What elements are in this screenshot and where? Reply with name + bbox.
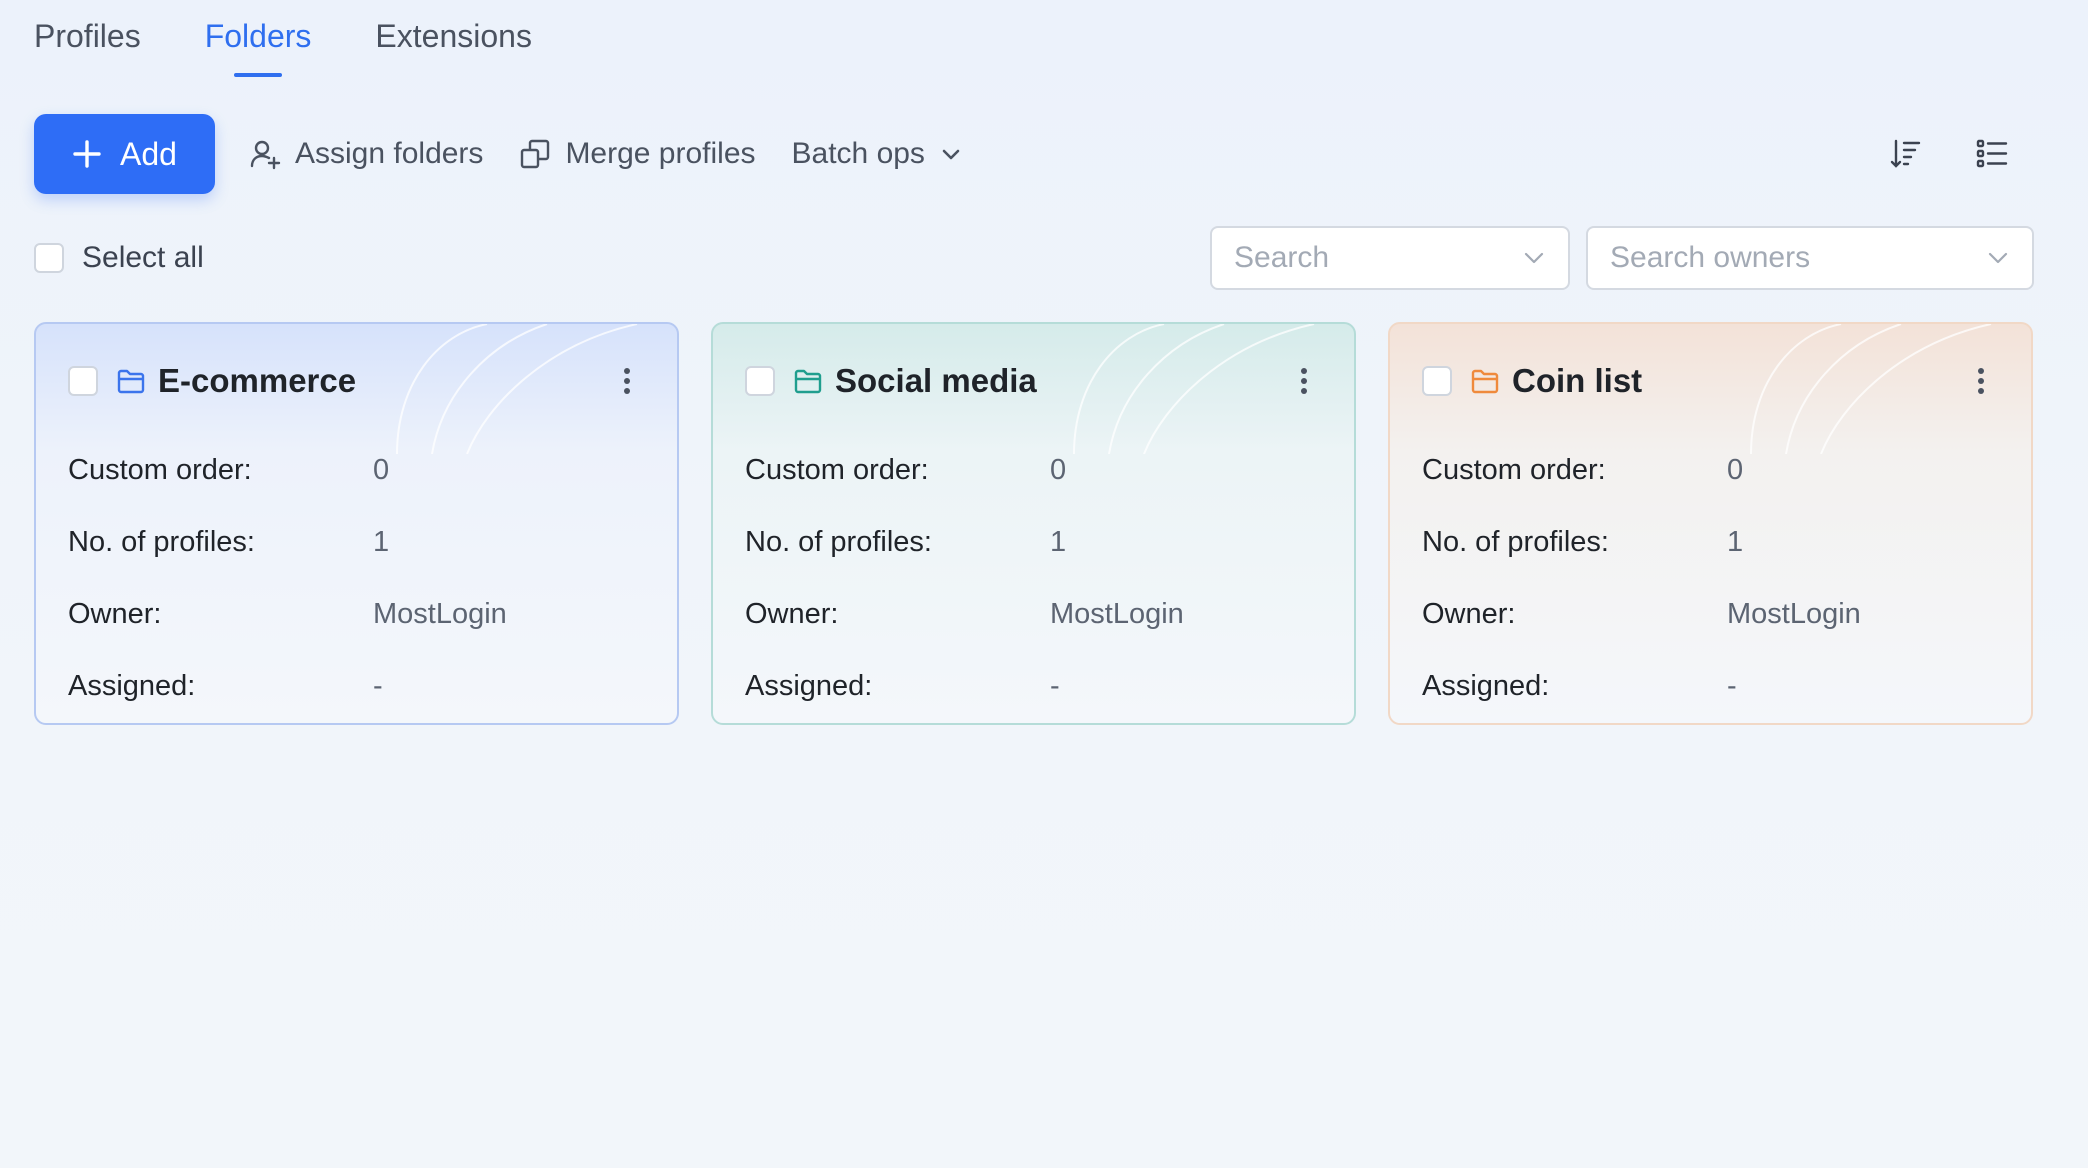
chevron-down-icon — [1524, 252, 1544, 264]
owner-value: MostLogin — [1727, 597, 1861, 630]
card-details: Custom order: 0 No. of profiles: 1 Owner… — [68, 434, 647, 722]
merge-profiles-label: Merge profiles — [565, 137, 756, 170]
tab-extensions[interactable]: Extensions — [375, 18, 532, 77]
owner-value: MostLogin — [1050, 597, 1184, 630]
search-owners-placeholder: Search owners — [1610, 241, 1811, 274]
search-placeholder: Search — [1234, 241, 1330, 274]
view-controls — [1888, 136, 2048, 172]
select-all-checkbox[interactable] — [34, 243, 64, 273]
search-filters: Search Search owners — [1210, 226, 2034, 290]
folder-icon — [793, 366, 823, 396]
assigned-label: Assigned: — [68, 669, 196, 702]
more-vertical-icon — [1301, 368, 1307, 394]
assigned-row: Assigned: - — [745, 650, 1324, 722]
profiles-value: 1 — [1050, 525, 1067, 558]
custom-order-value: 0 — [1727, 453, 1744, 486]
assigned-label: Assigned: — [745, 669, 873, 702]
batch-ops-dropdown[interactable]: Batch ops — [792, 137, 963, 171]
card-details: Custom order: 0 No. of profiles: 1 Owner… — [1422, 434, 2001, 722]
card-title: Social media — [835, 362, 1037, 399]
folder-card[interactable]: Social media Custom order: 0 No. of prof… — [711, 322, 1356, 725]
sort-button[interactable] — [1888, 136, 1924, 172]
folder-cards: E-commerce Custom order: 0 No. of profil… — [34, 322, 2033, 725]
owner-value: MostLogin — [373, 597, 507, 630]
owner-row: Owner: MostLogin — [745, 578, 1324, 650]
add-button-label: Add — [120, 135, 177, 172]
card-header: Coin list — [1422, 358, 1991, 404]
more-options-button[interactable] — [1971, 361, 1991, 401]
select-all-label: Select all — [82, 241, 204, 274]
custom-order-row: Custom order: 0 — [68, 434, 647, 506]
owner-row: Owner: MostLogin — [68, 578, 647, 650]
profiles-row: No. of profiles: 1 — [1422, 506, 2001, 578]
chevron-down-icon — [942, 149, 960, 160]
select-all[interactable]: Select all — [34, 241, 204, 275]
batch-ops-label: Batch ops — [791, 137, 925, 170]
assigned-row: Assigned: - — [68, 650, 647, 722]
custom-order-label: Custom order: — [1422, 453, 1606, 486]
chevron-down-icon — [1988, 252, 2008, 264]
assigned-value: - — [1727, 669, 1737, 702]
assign-folders-label: Assign folders — [295, 137, 484, 170]
profiles-label: No. of profiles: — [1422, 525, 1609, 558]
more-vertical-icon — [624, 368, 630, 394]
tab-folders[interactable]: Folders — [205, 18, 312, 77]
search-select[interactable]: Search — [1210, 226, 1570, 290]
card-title: E-commerce — [158, 362, 357, 399]
toolbar: Add Assign folders Merge profiles Batch … — [34, 114, 2048, 194]
custom-order-value: 0 — [1050, 453, 1067, 486]
filter-row: Select all Search Search owners — [34, 226, 2034, 290]
folder-icon — [116, 366, 146, 396]
custom-order-label: Custom order: — [68, 453, 252, 486]
folder-icon — [1470, 366, 1500, 396]
card-header: Social media — [745, 358, 1314, 404]
card-details: Custom order: 0 No. of profiles: 1 Owner… — [745, 434, 1324, 722]
card-header: E-commerce — [68, 358, 637, 404]
plus-icon — [73, 140, 101, 168]
custom-order-row: Custom order: 0 — [745, 434, 1324, 506]
profiles-value: 1 — [1727, 525, 1744, 558]
custom-order-label: Custom order: — [745, 453, 929, 486]
owner-row: Owner: MostLogin — [1422, 578, 2001, 650]
profiles-row: No. of profiles: 1 — [745, 506, 1324, 578]
user-plus-icon — [250, 140, 281, 170]
profiles-label: No. of profiles: — [68, 525, 255, 558]
add-button[interactable]: Add — [34, 114, 215, 194]
profiles-value: 1 — [373, 525, 390, 558]
card-title: Coin list — [1512, 362, 1643, 399]
card-checkbox[interactable] — [68, 366, 98, 396]
custom-order-value: 0 — [373, 453, 390, 486]
folders-page: Profiles Folders Extensions Add Assign f… — [0, 0, 2088, 1168]
profiles-row: No. of profiles: 1 — [68, 506, 647, 578]
profiles-label: No. of profiles: — [745, 525, 932, 558]
more-options-button[interactable] — [617, 361, 637, 401]
search-owners-select[interactable]: Search owners — [1586, 226, 2034, 290]
card-checkbox[interactable] — [745, 366, 775, 396]
list-icon — [1976, 139, 2008, 168]
list-view-button[interactable] — [1974, 136, 2010, 172]
assigned-value: - — [1050, 669, 1060, 702]
custom-order-row: Custom order: 0 — [1422, 434, 2001, 506]
tab-bar: Profiles Folders Extensions — [34, 18, 532, 77]
tab-profiles[interactable]: Profiles — [34, 18, 141, 77]
owner-label: Owner: — [745, 597, 839, 630]
more-options-button[interactable] — [1294, 361, 1314, 401]
sort-icon — [1890, 139, 1921, 168]
folder-card[interactable]: Coin list Custom order: 0 No. of profile… — [1388, 322, 2033, 725]
assign-folders-button[interactable]: Assign folders — [249, 137, 483, 171]
owner-label: Owner: — [1422, 597, 1516, 630]
owner-label: Owner: — [68, 597, 162, 630]
assigned-label: Assigned: — [1422, 669, 1550, 702]
merge-profiles-button[interactable]: Merge profiles — [519, 137, 756, 171]
folder-card[interactable]: E-commerce Custom order: 0 No. of profil… — [34, 322, 679, 725]
assigned-value: - — [373, 669, 383, 702]
more-vertical-icon — [1978, 368, 1984, 394]
card-checkbox[interactable] — [1422, 366, 1452, 396]
merge-icon — [521, 139, 550, 169]
assigned-row: Assigned: - — [1422, 650, 2001, 722]
